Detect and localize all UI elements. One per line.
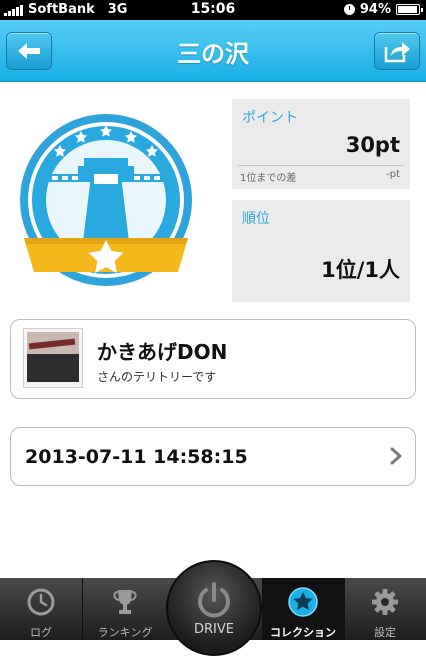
points-title: ポイント [242, 110, 298, 126]
tab-log-label: ログ [30, 626, 52, 639]
trophy-icon [113, 590, 137, 614]
star-icon [288, 587, 318, 617]
drive-label: DRIVE [194, 622, 234, 637]
power-icon [198, 582, 230, 618]
gear-icon [372, 589, 398, 615]
tab-collection-label: コレクション [270, 626, 336, 639]
collection-badge [20, 114, 192, 286]
owner-subtitle: さんのテリトリーです [97, 370, 217, 384]
points-divider [238, 165, 404, 166]
share-icon [384, 42, 410, 63]
diff-to-first-value: -pt [386, 169, 400, 180]
points-value: 30pt [345, 133, 400, 157]
battery-icon [396, 4, 423, 15]
tab-log[interactable]: ログ [0, 578, 82, 640]
clock-icon [27, 588, 55, 616]
chevron-right-icon [390, 447, 402, 465]
battery-percent: 94% [359, 2, 391, 17]
acquired-date-row[interactable]: 2013-07-11 14:58:15 [10, 427, 416, 486]
tab-settings[interactable]: 設定 [344, 578, 426, 640]
rank-title: 順位 [242, 211, 270, 227]
status-bar: SoftBank 3G 15:06 94% [0, 0, 426, 20]
points-panel: ポイント 30pt 1位までの差 -pt [232, 99, 410, 189]
navigation-bar: 三の沢 [0, 20, 426, 82]
alarm-icon [343, 4, 355, 15]
share-button[interactable] [374, 32, 420, 70]
tab-ranking[interactable]: ランキング [82, 578, 168, 640]
tab-settings-label: 設定 [374, 626, 396, 639]
owner-name: かきあげDON [97, 340, 228, 364]
owner-avatar [23, 328, 83, 388]
tab-collection[interactable]: コレクション [262, 578, 344, 640]
tab-ranking-label: ランキング [97, 626, 153, 639]
page-title: 三の沢 [177, 40, 249, 68]
rank-value: 1位/1人 [321, 258, 400, 282]
territory-owner-card[interactable]: かきあげDON さんのテリトリーです [10, 319, 416, 399]
drive-button[interactable]: DRIVE [166, 560, 262, 656]
acquired-datetime: 2013-07-11 14:58:15 [25, 446, 248, 468]
diff-to-first-label: 1位までの差 [240, 173, 297, 184]
rank-panel: 順位 1位/1人 [232, 200, 410, 302]
